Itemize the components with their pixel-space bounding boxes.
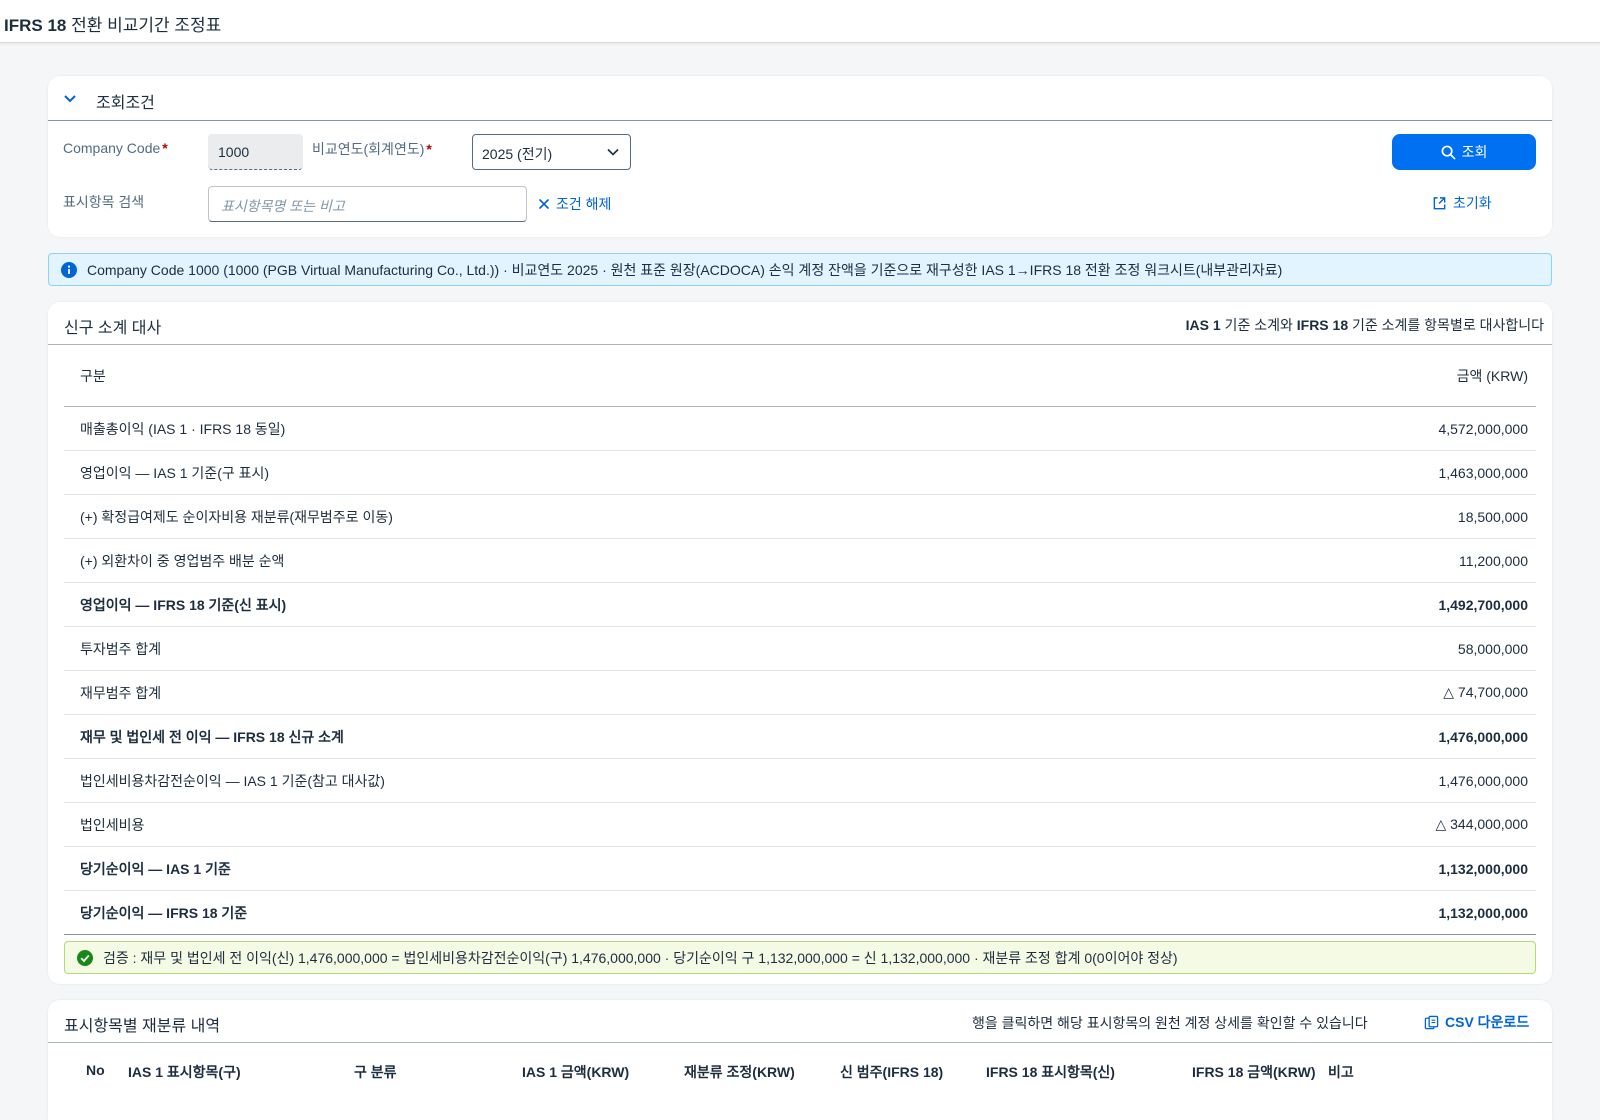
row-amount: 1,492,700,000	[1438, 596, 1528, 613]
row-amount: △ 344,000,000	[1435, 816, 1528, 832]
row-label: 법인세비용	[80, 816, 145, 833]
row-label: (+) 확정급여제도 순이자비용 재분류(재무범주로 이동)	[80, 508, 393, 525]
clear-conditions-label: 조건 해제	[556, 196, 612, 212]
row-amount: 18,500,000	[1457, 508, 1528, 525]
summary-header: 신구 소계 대사 IAS 1 기준 소계와 IFRS 18 기준 소계를 항목별…	[48, 302, 1552, 345]
table-row: (+) 외환차이 중 영업범주 배분 순액 11,200,000	[64, 539, 1536, 583]
info-message-strip: Company Code 1000 (1000 (PGB Virtual Man…	[48, 253, 1552, 286]
year-label: 비교연도(회계연도) *	[312, 141, 432, 157]
row-amount: 1,132,000,000	[1438, 904, 1528, 921]
table-row: 당기순이익 — IFRS 18 기준 1,132,000,000	[64, 891, 1536, 935]
table-row: 매출총이익 (IAS 1 · IFRS 18 동일) 4,572,000,000	[64, 407, 1536, 451]
table-row: 투자범주 합계 58,000,000	[64, 627, 1536, 671]
row-label: 매출총이익 (IAS 1 · IFRS 18 동일)	[80, 420, 286, 437]
row-label: 투자범주 합계	[80, 640, 162, 657]
shell-bar: IFRS 18 전환 비교기간 조정표	[0, 0, 1600, 43]
column-header-amount: 금액 (KRW)	[1456, 368, 1528, 384]
column-header-ifrs18-amount: IFRS 18 금액(KRW)	[1192, 1064, 1316, 1080]
row-amount: 1,132,000,000	[1438, 860, 1528, 877]
column-header-ias1-item: IAS 1 표시항목(구)	[128, 1064, 241, 1080]
filter-panel: 조회조건 Company Code * 1000 비교연도(회계연도) * 2025…	[48, 76, 1552, 237]
summary-panel: 신구 소계 대사 IAS 1 기준 소계와 IFRS 18 기준 소계를 항목별…	[48, 302, 1552, 984]
export-icon	[1424, 1015, 1439, 1029]
row-amount: 1,476,000,000	[1438, 772, 1528, 789]
row-amount: 1,463,000,000	[1438, 464, 1528, 481]
row-label: 당기순이익 — IAS 1 기준	[80, 860, 231, 877]
table-row: 재무범주 합계 △ 74,700,000	[64, 671, 1536, 715]
summary-title: 신구 소계 대사	[64, 320, 162, 337]
table-row: 법인세비용 △ 344,000,000	[64, 803, 1536, 847]
validation-message-strip: 검증 : 재무 및 법인세 전 이익(신) 1,476,000,000 = 법인…	[64, 941, 1536, 974]
item-search-input[interactable]: 표시항목명 또는 비고	[208, 186, 527, 222]
row-amount: △ 74,700,000	[1443, 684, 1528, 700]
row-amount: 1,476,000,000	[1438, 728, 1528, 745]
column-header-remark: 비고	[1328, 1064, 1354, 1080]
row-amount: 58,000,000	[1457, 640, 1528, 657]
row-label: 법인세비용차감전순이익 — IAS 1 기준(참고 대사값)	[80, 772, 385, 789]
year-select-value: 2025 (전기)	[482, 146, 553, 162]
row-label: 재무범주 합계	[80, 684, 162, 701]
csv-download-button[interactable]: CSV 다운로드	[1424, 1012, 1529, 1032]
go-button-label: 조회	[1461, 144, 1488, 160]
summary-table-header: 구분 금액 (KRW)	[64, 346, 1536, 407]
column-header-old-class: 구 분류	[354, 1064, 397, 1080]
row-label: 영업이익 — IAS 1 기준(구 표시)	[80, 464, 270, 481]
row-label: 당기순이익 — IFRS 18 기준	[80, 904, 248, 921]
table-row: 영업이익 — IAS 1 기준(구 표시) 1,463,000,000	[64, 451, 1536, 495]
validation-message-text: 검증 : 재무 및 법인세 전 이익(신) 1,476,000,000 = 법인…	[103, 949, 1178, 966]
chevron-down-icon[interactable]	[60, 88, 80, 108]
company-code-label: Company Code *	[63, 140, 168, 156]
table-row: (+) 확정급여제도 순이자비용 재분류(재무범주로 이동) 18,500,000	[64, 495, 1536, 539]
row-amount: 4,572,000,000	[1438, 420, 1528, 437]
dropdown-icon	[607, 148, 619, 156]
column-header-ifrs18-item: IFRS 18 표시항목(신)	[986, 1064, 1115, 1080]
reclass-header: 표시항목별 재분류 내역 행을 클릭하면 해당 표시항목의 원천 계정 상세를 …	[48, 1000, 1552, 1043]
check-icon	[77, 949, 93, 966]
company-code-field[interactable]: 1000	[208, 134, 303, 170]
table-row: 법인세비용차감전순이익 — IAS 1 기준(참고 대사값) 1,476,000,…	[64, 759, 1536, 803]
table-row: 재무 및 법인세 전 이익 — IFRS 18 신규 소계 1,476,000,0…	[64, 715, 1536, 759]
search-icon	[1441, 145, 1456, 160]
summary-table: 구분 금액 (KRW) 매출총이익 (IAS 1 · IFRS 18 동일) 4,…	[64, 346, 1536, 935]
row-label: (+) 외환차이 중 영업범주 배분 순액	[80, 552, 285, 569]
info-message-text: Company Code 1000 (1000 (PGB Virtual Man…	[87, 261, 1283, 278]
row-amount: 11,200,000	[1458, 552, 1528, 569]
summary-note: IAS 1 기준 소계와 IFRS 18 기준 소계를 항목별로 대사합니다	[1185, 317, 1544, 333]
year-select[interactable]: 2025 (전기)	[472, 134, 631, 170]
column-header-new-category: 신 범주(IFRS 18)	[840, 1064, 944, 1080]
info-icon	[61, 261, 77, 278]
filter-header-title: 조회조건	[96, 95, 155, 112]
column-header-label: 구분	[80, 368, 106, 384]
close-icon	[538, 198, 550, 210]
reset-button-label: 초기화	[1453, 195, 1492, 211]
reclass-panel: 표시항목별 재분류 내역 행을 클릭하면 해당 표시항목의 원천 계정 상세를 …	[48, 1000, 1552, 1120]
reclass-table-header: No IAS 1 표시항목(구) 구 분류 IAS 1 금액(KRW) 재분류 …	[48, 1062, 1552, 1092]
row-label: 재무 및 법인세 전 이익 — IFRS 18 신규 소계	[80, 728, 344, 745]
column-header-ias1-amount: IAS 1 금액(KRW)	[522, 1064, 630, 1080]
filter-header[interactable]: 조회조건	[48, 76, 1552, 121]
column-header-no: No	[86, 1062, 105, 1078]
reclass-note: 행을 클릭하면 해당 표시항목의 원천 계정 상세를 확인할 수 있습니다	[972, 1015, 1368, 1031]
table-row: 당기순이익 — IAS 1 기준 1,132,000,000	[64, 847, 1536, 891]
row-label: 영업이익 — IFRS 18 기준(신 표시)	[80, 596, 287, 613]
item-search-label: 표시항목 검색	[63, 194, 145, 210]
clear-conditions-button[interactable]: 조건 해제	[538, 194, 611, 214]
column-header-reclass-adjustment: 재분류 조정(KRW)	[684, 1064, 795, 1080]
go-button[interactable]: 조회	[1392, 134, 1536, 170]
reset-button[interactable]: 초기화	[1432, 193, 1492, 213]
page-title: IFRS 18 전환 비교기간 조정표	[4, 16, 222, 35]
reclass-title: 표시항목별 재분류 내역	[64, 1018, 221, 1035]
reset-icon	[1433, 196, 1446, 209]
csv-download-label: CSV 다운로드	[1445, 1014, 1530, 1030]
table-row: 영업이익 — IFRS 18 기준(신 표시) 1,492,700,000	[64, 583, 1536, 627]
